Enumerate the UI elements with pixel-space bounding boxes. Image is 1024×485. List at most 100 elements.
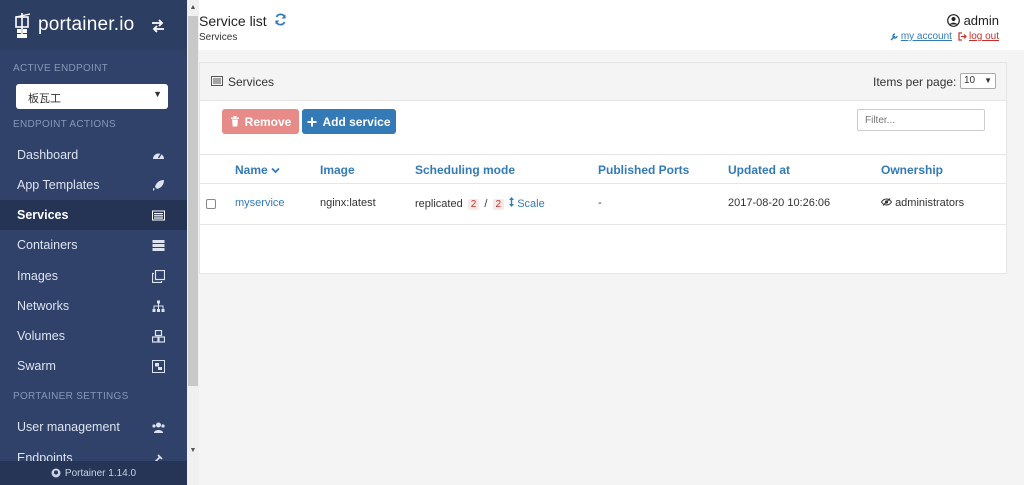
caret-down-icon: ▼: [153, 89, 162, 99]
my-account-label: my account: [900, 31, 952, 42]
scrollbar-thumb[interactable]: [188, 16, 198, 386]
sidebar-item-dashboard[interactable]: Dashboard: [0, 140, 187, 170]
object-group-icon: [152, 360, 165, 373]
sidebar-item-volumes[interactable]: Volumes: [0, 321, 187, 351]
items-per-page-value: 10: [964, 75, 976, 86]
sidebar-item-label: Images: [17, 269, 58, 283]
list-alt-icon: [152, 210, 165, 221]
header-links: my account log out: [890, 31, 999, 42]
filter-input[interactable]: [857, 109, 985, 131]
updated-at: 2017-08-20 10:26:06: [728, 197, 831, 209]
sidebar-item-label: Networks: [17, 299, 70, 313]
sitemap-icon: [152, 300, 165, 312]
endpoint-value: 板瓦工: [28, 93, 61, 105]
widget-header: Services Items per page: 10 ▼: [200, 63, 1006, 101]
row-checkbox[interactable]: [206, 199, 216, 209]
remove-button[interactable]: Remove: [222, 109, 299, 134]
main-content: Services Items per page: 10 ▼ Remove Add…: [199, 50, 1024, 485]
service-image: nginx:latest: [320, 197, 376, 209]
sign-out-icon: [958, 32, 967, 41]
rocket-icon: [153, 180, 164, 191]
tachometer-icon: [153, 153, 164, 159]
services-widget: Services Items per page: 10 ▼ Remove Add…: [199, 62, 1007, 274]
sidebar-footer: Portainer 1.14.0: [0, 461, 187, 485]
sidebar-item-containers[interactable]: Containers: [0, 230, 187, 260]
sidebar-item-app-templates[interactable]: App Templates: [0, 170, 187, 200]
page-header: Service list Services admin my account l…: [199, 0, 1024, 50]
table-row: myservice nginx:latest replicated 2 / 2 …: [200, 184, 1006, 225]
sidebar-item-networks[interactable]: Networks: [0, 291, 187, 321]
column-header-scheduling-mode[interactable]: Scheduling mode: [415, 163, 515, 177]
scroll-up-arrow-icon[interactable]: ▲: [189, 3, 197, 13]
trash-icon: [230, 116, 239, 127]
caret-down-icon: ▼: [984, 76, 992, 85]
sidebar-item-label: Volumes: [17, 329, 65, 343]
breadcrumb: Services: [199, 32, 238, 43]
column-label: Name: [235, 163, 268, 177]
exchange-icon[interactable]: [150, 18, 166, 34]
column-header-name[interactable]: Name: [235, 163, 280, 177]
user-circle-icon: [946, 14, 960, 27]
sidebar-item-label: Services: [17, 208, 69, 222]
ownership: administrators: [880, 197, 965, 209]
ownership-label: administrators: [895, 197, 965, 209]
scroll-down-arrow-icon[interactable]: ▼: [189, 446, 197, 456]
sidebar-item-label: Swarm: [17, 359, 56, 373]
portainer-settings-title: PORTAINER SETTINGS: [13, 391, 129, 402]
users-icon: [152, 422, 165, 433]
wrench-icon: [890, 33, 898, 41]
clone-icon: [152, 270, 165, 283]
active-endpoint-title: ACTIVE ENDPOINT: [13, 63, 109, 74]
sidebar-item-label: User management: [17, 420, 120, 434]
brand-name: portainer.io: [38, 14, 135, 35]
column-header-updated-at[interactable]: Updated at: [728, 163, 790, 177]
eye-slash-icon: [880, 198, 893, 206]
scheduling-mode: replicated 2 / 2 Scale: [415, 197, 545, 210]
scale-label: Scale: [517, 198, 545, 210]
portainer-logo-icon: [15, 13, 31, 38]
column-header-ownership[interactable]: Ownership: [881, 163, 943, 177]
replica-separator: /: [484, 198, 488, 210]
sidebar: portainer.io ACTIVE ENDPOINT 板瓦工 ▼ ENDPO…: [0, 0, 187, 485]
published-ports: -: [598, 197, 602, 209]
arrows-vertical-icon: [509, 197, 515, 207]
sidebar-scrollbar[interactable]: ▲ ▼: [187, 0, 199, 485]
page-title: Service list: [199, 13, 267, 29]
my-account-link[interactable]: my account: [890, 31, 952, 42]
sidebar-item-label: Containers: [17, 238, 78, 252]
sidebar-item-user-management[interactable]: User management: [0, 412, 187, 442]
running-replicas-badge: 2: [467, 199, 480, 210]
sidebar-item-services[interactable]: Services: [0, 200, 187, 230]
column-header-published-ports[interactable]: Published Ports: [598, 163, 689, 177]
portainer-version: Portainer 1.14.0: [64, 467, 137, 479]
server-icon: [152, 240, 165, 251]
desired-replicas-badge: 2: [492, 199, 505, 210]
chevron-down-icon: [271, 167, 280, 174]
column-header-image[interactable]: Image: [320, 163, 355, 177]
github-icon: [51, 468, 61, 478]
mode-label: replicated: [415, 198, 463, 210]
cubes-icon: [152, 330, 165, 343]
remove-label: Remove: [244, 114, 292, 129]
table-header: Name Image Scheduling mode Published Por…: [200, 154, 1006, 184]
user-info: admin: [946, 13, 999, 28]
username: admin: [963, 13, 999, 28]
sidebar-item-label: Dashboard: [17, 148, 79, 162]
widget-title: Services: [228, 75, 275, 89]
refresh-icon[interactable]: [274, 13, 287, 26]
sidebar-item-swarm[interactable]: Swarm: [0, 351, 187, 381]
endpoint-select[interactable]: 板瓦工 ▼: [16, 84, 168, 109]
list-alt-icon: [211, 76, 223, 86]
sidebar-item-images[interactable]: Images: [0, 261, 187, 291]
service-name-link[interactable]: myservice: [235, 197, 285, 209]
sidebar-item-label: App Templates: [17, 178, 100, 192]
add-service-label: Add service: [322, 114, 391, 129]
add-service-button[interactable]: Add service: [302, 109, 396, 134]
items-per-page-label: Items per page:: [873, 75, 957, 89]
logout-label: log out: [968, 31, 999, 42]
scale-button[interactable]: Scale: [509, 197, 545, 210]
plus-icon: [307, 117, 317, 126]
logout-link[interactable]: log out: [958, 31, 999, 42]
items-per-page-select[interactable]: 10 ▼: [960, 73, 996, 89]
endpoint-actions-title: ENDPOINT ACTIONS: [13, 119, 116, 130]
